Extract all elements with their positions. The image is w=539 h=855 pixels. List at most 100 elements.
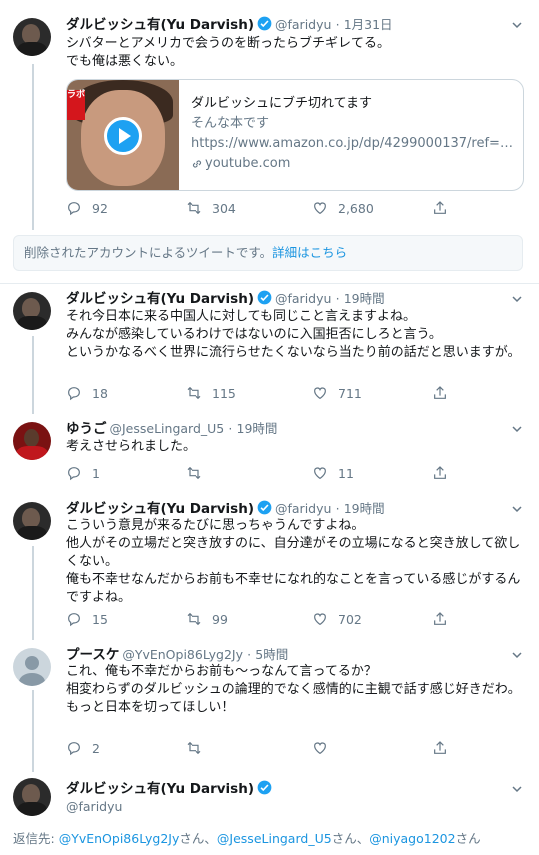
share-icon (434, 201, 446, 214)
tweet-text: それ今日本に来る中国人に対しても同じこと言えますよね。 みんなが感染しているわけ… (66, 309, 521, 360)
thread-line (32, 64, 34, 230)
retweet-icon (187, 466, 201, 480)
display-name[interactable]: プースケ (66, 647, 119, 663)
retweet-button[interactable] (186, 465, 212, 481)
mention-link[interactable]: @JesseLingard_U5 (217, 831, 332, 846)
link-icon (192, 160, 202, 168)
chevron-down-icon[interactable] (511, 423, 523, 435)
retweet-button[interactable] (186, 740, 212, 756)
thumbnail-text: ラボ (67, 90, 85, 120)
chevron-down-icon[interactable] (511, 293, 523, 305)
share-button[interactable] (432, 385, 458, 401)
tweet-actions: 2 (66, 740, 506, 758)
verified-badge-icon (257, 16, 272, 31)
avatar[interactable] (13, 502, 51, 540)
verified-badge-icon (257, 780, 272, 795)
heart-icon (314, 387, 326, 400)
handle[interactable]: @faridyu (275, 17, 331, 32)
like-button[interactable]: 2,680 (312, 200, 374, 216)
avatar[interactable] (13, 778, 51, 816)
reply-button[interactable]: 2 (66, 740, 100, 756)
like-count: 702 (338, 611, 362, 627)
link-card[interactable]: ラボ ダルビッシュにブチ切れてます そんな本です https://www.ama… (66, 79, 524, 191)
chevron-down-icon[interactable] (511, 503, 523, 515)
share-button[interactable] (432, 200, 458, 216)
handle[interactable]: @faridyu (275, 291, 331, 306)
divider (0, 283, 539, 284)
avatar[interactable] (13, 292, 51, 330)
mention-suffix: さん (179, 831, 205, 846)
reply-button[interactable]: 18 (66, 385, 108, 401)
video-thumbnail[interactable]: ラボ (67, 80, 179, 190)
display-name[interactable]: ダルビッシュ有(Yu Darvish) (66, 501, 254, 517)
display-name[interactable]: ゆうご (66, 421, 107, 437)
timestamp[interactable]: 19時間 (344, 501, 385, 516)
chevron-down-icon[interactable] (511, 783, 523, 795)
heart-icon (314, 467, 326, 480)
share-button[interactable] (432, 465, 458, 481)
avatar[interactable] (13, 422, 51, 460)
share-icon (434, 466, 446, 479)
handle[interactable]: @YvEnOpi86Lyg2Jy (122, 647, 243, 662)
timestamp[interactable]: 1月31日 (344, 17, 393, 32)
mention-separator: 、 (356, 831, 370, 846)
reply-button[interactable]: 1 (66, 465, 100, 481)
heart-icon (314, 742, 326, 755)
handle[interactable]: @faridyu (275, 501, 331, 516)
retweet-icon (187, 612, 201, 626)
retweet-button[interactable]: 115 (186, 385, 236, 401)
separator-dot: · (335, 17, 340, 32)
tweet-actions: 18 115 711 (66, 385, 506, 403)
mention-separator: 、 (204, 831, 217, 846)
display-name[interactable]: ダルビッシュ有(Yu Darvish) (66, 291, 254, 307)
reply-button[interactable]: 92 (66, 200, 108, 216)
timestamp[interactable]: 5時間 (255, 647, 288, 662)
heart-icon (314, 202, 326, 215)
retweet-count: 99 (212, 611, 228, 627)
card-domain: youtube.com (191, 154, 517, 174)
reply-count: 15 (92, 611, 108, 627)
retweet-icon (187, 741, 201, 755)
retweet-icon (187, 201, 201, 215)
reply-icon (68, 613, 80, 627)
tweet-header: ゆうご @JesseLingard_U5 · 19時間 (66, 420, 277, 439)
reply-count: 2 (92, 740, 100, 756)
mention-link[interactable]: @YvEnOpi86Lyg2Jy (59, 831, 180, 846)
thread-line (32, 336, 34, 414)
mention-suffix: さん (455, 831, 481, 846)
avatar[interactable] (13, 18, 51, 56)
like-button[interactable]: 711 (312, 385, 362, 401)
chevron-down-icon[interactable] (511, 649, 523, 661)
display-name[interactable]: ダルビッシュ有(Yu Darvish) (66, 17, 254, 33)
verified-badge-icon (257, 290, 272, 305)
handle[interactable]: @faridyu (66, 799, 122, 814)
tweet-actions: 1 11 (66, 465, 506, 483)
details-link[interactable]: 詳細はこちら (272, 245, 347, 260)
card-url: https://www.amazon.co.jp/dp/4299000137/r… (191, 136, 517, 151)
like-button[interactable]: 11 (312, 465, 354, 481)
handle[interactable]: @JesseLingard_U5 (110, 421, 225, 436)
display-name[interactable]: ダルビッシュ有(Yu Darvish) (66, 781, 254, 797)
retweet-button[interactable]: 304 (186, 200, 236, 216)
timestamp[interactable]: 19時間 (344, 291, 385, 306)
like-button[interactable]: 702 (312, 611, 362, 627)
thread-line (32, 690, 34, 772)
reply-count: 1 (92, 465, 100, 481)
retweet-button[interactable]: 99 (186, 611, 228, 627)
chevron-down-icon[interactable] (511, 19, 523, 31)
share-icon (434, 741, 446, 754)
separator-dot: · (335, 291, 340, 306)
share-button[interactable] (432, 740, 458, 756)
tweet-header: ダルビッシュ有(Yu Darvish) @faridyu · 19時間 (66, 290, 385, 309)
like-button[interactable] (312, 740, 338, 756)
mention-link[interactable]: @niyago1202 (369, 831, 455, 846)
avatar[interactable] (13, 648, 51, 686)
reply-count: 18 (92, 385, 108, 401)
reply-button[interactable]: 15 (66, 611, 108, 627)
play-icon[interactable] (104, 117, 142, 155)
verified-badge-icon (257, 500, 272, 515)
tweet-text: 考えさせられました。 (66, 439, 197, 454)
share-button[interactable] (432, 611, 458, 627)
tweet-text: こういう意見が来るたびに思っちゃうんですよね。 他人がその立場だと突き放すのに、… (66, 518, 521, 605)
timestamp[interactable]: 19時間 (237, 421, 278, 436)
